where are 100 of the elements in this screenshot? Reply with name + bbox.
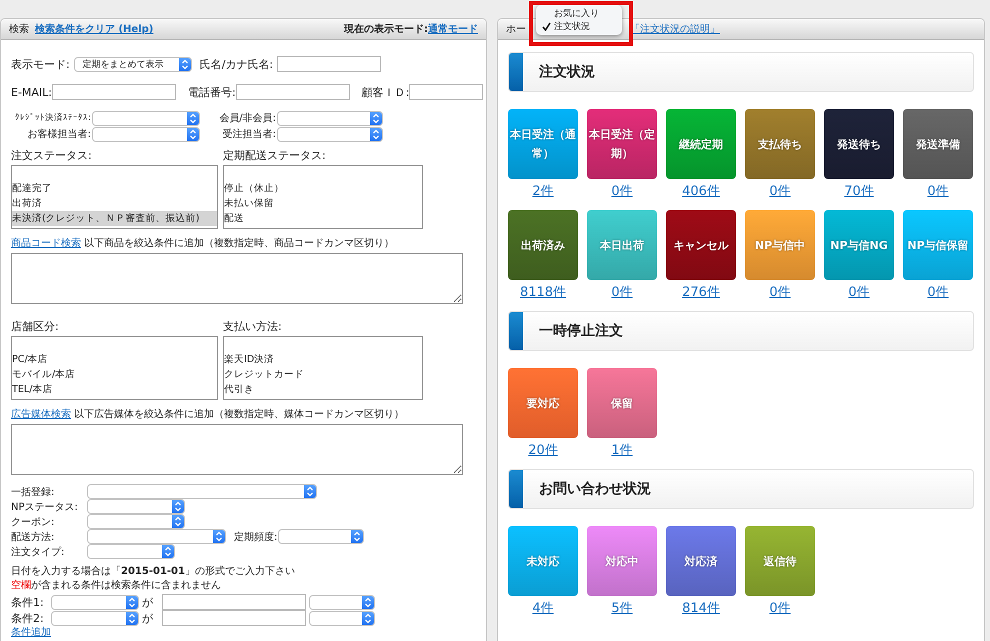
count-link[interactable]: 0件	[927, 185, 949, 198]
mode-link[interactable]: 通常モード	[428, 22, 478, 36]
status-tile[interactable]: 対応中	[587, 526, 657, 596]
field-label: 受注担当者:	[222, 128, 276, 141]
select-field[interactable]	[277, 126, 383, 142]
select-field[interactable]	[92, 110, 200, 126]
help-link[interactable]: 「注文状況の説明」	[630, 22, 720, 36]
field-label: 条件2:	[11, 610, 45, 626]
product-search-link[interactable]: 商品コード検索	[11, 238, 81, 249]
updown-arrow-icon	[370, 112, 382, 124]
input-field[interactable]	[277, 56, 382, 72]
section-title: お問い合わせ状況	[539, 480, 651, 498]
count-link[interactable]: 8118件	[520, 286, 566, 299]
field-label: 支払い方法:	[223, 319, 283, 334]
list-box[interactable]: 楽天ID決済 クレジットカード 代引き	[223, 336, 423, 400]
select-field[interactable]	[278, 529, 364, 544]
list-option[interactable]: 楽天ID決済	[224, 352, 422, 367]
select-field[interactable]	[309, 610, 375, 626]
list-option[interactable]: 配送	[224, 211, 422, 226]
input-field[interactable]	[162, 610, 306, 626]
status-tile[interactable]: 本日受注（通常）	[508, 109, 578, 179]
count-link[interactable]: 0件	[769, 185, 791, 198]
count-link[interactable]: 70件	[844, 185, 874, 198]
menu-item[interactable]: お気に入り	[536, 7, 622, 20]
list-option[interactable]: 代引き	[224, 382, 422, 397]
status-tile[interactable]: 支払待ち	[745, 109, 815, 179]
status-tile[interactable]: NP与信NG	[824, 210, 894, 280]
updown-arrow-icon	[187, 112, 199, 124]
status-tile[interactable]: キャンセル	[666, 210, 736, 280]
status-tile[interactable]: 本日受注（定期）	[587, 109, 657, 179]
count-link[interactable]: 4件	[532, 602, 554, 615]
list-option[interactable]: 出荷済	[12, 196, 217, 211]
field-label: ｸﾚｼﾞｯﾄ決済ｽﾃｰﾀｽ:	[14, 112, 91, 124]
count-link[interactable]: 5件	[611, 602, 633, 615]
count-link[interactable]: 0件	[769, 602, 791, 615]
input-field[interactable]	[236, 84, 350, 100]
list-box[interactable]: 配達完了 出荷済 未決済(クレジット、ＮＰ審査前、振込前)	[11, 165, 218, 229]
joiner-text: が	[141, 610, 154, 626]
media-search-link[interactable]: 広告媒体検索	[11, 409, 71, 420]
select-field[interactable]	[87, 514, 185, 529]
menu-item[interactable]: 注文状況	[536, 20, 622, 33]
count-link[interactable]: 0件	[769, 286, 791, 299]
list-option[interactable]: TEL/本店	[12, 382, 217, 397]
list-option[interactable]: クレジットカード	[224, 367, 422, 382]
count-link[interactable]: 0件	[848, 286, 870, 299]
status-tile[interactable]: 出荷済み	[508, 210, 578, 280]
section-title: 注文状況	[539, 63, 595, 81]
updown-arrow-icon	[304, 485, 316, 498]
count-link[interactable]: 0件	[611, 286, 633, 299]
input-field[interactable]	[409, 84, 484, 100]
blank-condition-note: 空欄が含まれる条件は検索条件に含まれません	[11, 580, 221, 591]
product-code-field[interactable]	[11, 253, 463, 304]
field-label: 一括登録:	[11, 486, 56, 498]
list-box[interactable]: PC/本店 モバイル/本店 TEL/本店	[11, 336, 218, 400]
status-tile[interactable]: 発送待ち	[824, 109, 894, 179]
list-option[interactable]: 未払い保留	[224, 196, 422, 211]
status-tile[interactable]: 対応済	[666, 526, 736, 596]
select-field[interactable]	[87, 484, 317, 499]
input-field[interactable]	[162, 594, 306, 610]
list-option[interactable]: 配達完了	[12, 181, 217, 196]
field-label: NPステータス:	[11, 500, 79, 514]
list-box[interactable]: 停止（休止） 未払い保留 配送	[223, 165, 423, 229]
select-field[interactable]	[277, 110, 383, 126]
count-link[interactable]: 20件	[528, 444, 558, 457]
select-field[interactable]	[92, 126, 200, 142]
field-label: 電話番号:	[188, 84, 236, 100]
field-label: 条件1:	[11, 594, 45, 610]
count-link[interactable]: 276件	[682, 286, 720, 299]
select-field[interactable]	[87, 499, 185, 514]
add-condition-link[interactable]: 条件追加	[11, 627, 51, 638]
select-field[interactable]	[309, 594, 375, 610]
list-option[interactable]: PC/本店	[12, 352, 217, 367]
select-field[interactable]	[87, 529, 226, 544]
updown-arrow-icon	[162, 545, 174, 558]
status-tile[interactable]: 要対応	[508, 368, 578, 438]
count-link[interactable]: 1件	[611, 444, 633, 457]
field-label: 定期配送ステータス:	[223, 148, 327, 163]
count-link[interactable]: 0件	[611, 185, 633, 198]
product-search-note: 以下商品を絞込条件に追加（複数指定時、商品コードカンマ区切り）	[84, 238, 394, 249]
list-option[interactable]: 未決済(クレジット、ＮＰ審査前、振込前)	[12, 211, 217, 226]
media-code-field[interactable]	[11, 424, 463, 475]
status-tile[interactable]: 返信待	[745, 526, 815, 596]
select-field[interactable]: 定期をまとめて表示	[74, 56, 192, 72]
count-link[interactable]: 2件	[532, 185, 554, 198]
status-tile[interactable]: 保留	[587, 368, 657, 438]
list-option[interactable]: 停止（休止）	[224, 181, 422, 196]
updown-arrow-icon	[370, 128, 382, 140]
select-field[interactable]	[51, 610, 139, 626]
list-option[interactable]: モバイル/本店	[12, 367, 217, 382]
field-label: 表示モード:	[11, 56, 70, 72]
status-tile[interactable]: 発送準備	[903, 109, 973, 179]
field-label: E-MAIL:	[11, 86, 52, 98]
count-link[interactable]: 814件	[682, 602, 720, 615]
input-field[interactable]	[52, 84, 176, 100]
status-tile[interactable]: 継続定期	[666, 109, 736, 179]
count-link[interactable]: 0件	[927, 286, 949, 299]
count-link[interactable]: 406件	[682, 185, 720, 198]
select-field[interactable]	[87, 544, 175, 559]
select-field[interactable]	[51, 594, 139, 610]
clear-link[interactable]: 検索条件をクリア (Help)	[35, 22, 154, 36]
